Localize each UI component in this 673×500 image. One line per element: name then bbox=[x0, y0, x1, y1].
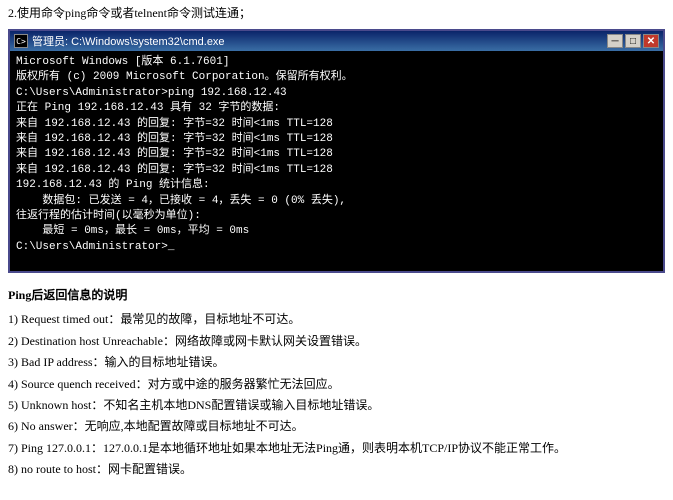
ping-item-label[interactable]: Unknown host bbox=[21, 398, 91, 412]
ping-item-desc: ：无响应,本地配置故障或目标地址不可达。 bbox=[73, 419, 304, 433]
ping-item-label[interactable]: No answer bbox=[21, 419, 73, 433]
ping-item: 4) Source quench received：对方或中途的服务器繁忙无法回… bbox=[8, 374, 665, 394]
ping-item: 5) Unknown host：不知名主机本地DNS配置错误或输入目标地址错误。 bbox=[8, 395, 665, 415]
ping-item-label[interactable]: Ping 127.0.0.1 bbox=[21, 441, 91, 455]
ping-item-number: 3) bbox=[8, 355, 21, 369]
ping-item-number: 4) bbox=[8, 377, 21, 391]
minimize-button[interactable]: ─ bbox=[607, 34, 623, 48]
ping-items-container: 1) Request timed out：最常见的故障，目标地址不可达。2) D… bbox=[8, 309, 665, 479]
ping-item-label[interactable]: Source quench received bbox=[21, 377, 136, 391]
cmd-line: 最短 = 0ms，最长 = 0ms，平均 = 0ms bbox=[16, 224, 657, 239]
ping-section-title: Ping后返回信息的说明 bbox=[8, 285, 665, 305]
ping-item-label[interactable]: no route to host bbox=[21, 462, 96, 476]
top-instruction: 2.使用命令ping命令或者telnent命令测试连通； bbox=[0, 0, 673, 25]
ping-item: 7) Ping 127.0.0.1：127.0.0.1是本地循环地址如果本地址无… bbox=[8, 438, 665, 458]
ping-item: 3) Bad IP address：输入的目标地址错误。 bbox=[8, 352, 665, 372]
maximize-button[interactable]: □ bbox=[625, 34, 641, 48]
ping-item-label[interactable]: Bad IP address bbox=[21, 355, 93, 369]
cmd-line: 数据包: 已发送 = 4，已接收 = 4，丢失 = 0 (0% 丢失), bbox=[16, 194, 657, 209]
ping-item-label[interactable]: Request timed out bbox=[21, 312, 108, 326]
cmd-title-left: C> 管理员: C:\Windows\system32\cmd.exe bbox=[14, 33, 225, 49]
ping-section: Ping后返回信息的说明 1) Request timed out：最常见的故障… bbox=[0, 281, 673, 485]
ping-item: 2) Destination host Unreachable：网络故障或网卡默… bbox=[8, 331, 665, 351]
ping-item-desc: ：输入的目标地址错误。 bbox=[93, 355, 225, 369]
ping-item-number: 6) bbox=[8, 419, 21, 433]
ping-item-desc: ：网络故障或网卡默认网关设置错误。 bbox=[163, 334, 367, 348]
cmd-line: C:\Users\Administrator>_ bbox=[16, 240, 657, 255]
ping-item-desc: ：网卡配置错误。 bbox=[96, 462, 192, 476]
cmd-line: 192.168.12.43 的 Ping 统计信息: bbox=[16, 178, 657, 193]
cmd-buttons: ─ □ ✕ bbox=[607, 34, 659, 48]
cmd-line: 来自 192.168.12.43 的回复: 字节=32 时间<1ms TTL=1… bbox=[16, 132, 657, 147]
ping-item-number: 5) bbox=[8, 398, 21, 412]
cmd-icon: C> bbox=[14, 34, 28, 48]
ping-item-desc: ：127.0.0.1是本地循环地址如果本地址无法Ping通，则表明本机TCP/I… bbox=[91, 441, 566, 455]
ping-item-number: 2) bbox=[8, 334, 21, 348]
ping-item-number: 8) bbox=[8, 462, 21, 476]
ping-item-desc: ：最常见的故障，目标地址不可达。 bbox=[108, 312, 300, 326]
close-button[interactable]: ✕ bbox=[643, 34, 659, 48]
ping-item-desc: ：不知名主机本地DNS配置错误或输入目标地址错误。 bbox=[91, 398, 379, 412]
cmd-line: C:\Users\Administrator>ping 192.168.12.4… bbox=[16, 86, 657, 101]
cmd-titlebar: C> 管理员: C:\Windows\system32\cmd.exe ─ □ … bbox=[10, 31, 663, 51]
cmd-line: 正在 Ping 192.168.12.43 具有 32 字节的数据: bbox=[16, 101, 657, 116]
ping-item-number: 7) bbox=[8, 441, 21, 455]
cmd-title-text: 管理员: C:\Windows\system32\cmd.exe bbox=[32, 33, 225, 49]
ping-item: 8) no route to host：网卡配置错误。 bbox=[8, 459, 665, 479]
cmd-line: 来自 192.168.12.43 的回复: 字节=32 时间<1ms TTL=1… bbox=[16, 117, 657, 132]
ping-item-label[interactable]: Destination host Unreachable bbox=[21, 334, 163, 348]
cmd-line: 往返行程的估计时间(以毫秒为单位): bbox=[16, 209, 657, 224]
cmd-line: Microsoft Windows [版本 6.1.7601] bbox=[16, 55, 657, 70]
cmd-line: 来自 192.168.12.43 的回复: 字节=32 时间<1ms TTL=1… bbox=[16, 163, 657, 178]
cmd-body: Microsoft Windows [版本 6.1.7601]版权所有 (c) … bbox=[10, 51, 663, 271]
cmd-line: 来自 192.168.12.43 的回复: 字节=32 时间<1ms TTL=1… bbox=[16, 147, 657, 162]
cmd-window: C> 管理员: C:\Windows\system32\cmd.exe ─ □ … bbox=[8, 29, 665, 273]
cmd-line: 版权所有 (c) 2009 Microsoft Corporation。保留所有… bbox=[16, 70, 657, 85]
ping-item: 1) Request timed out：最常见的故障，目标地址不可达。 bbox=[8, 309, 665, 329]
ping-item: 6) No answer：无响应,本地配置故障或目标地址不可达。 bbox=[8, 416, 665, 436]
ping-item-number: 1) bbox=[8, 312, 21, 326]
ping-item-desc: ：对方或中途的服务器繁忙无法回应。 bbox=[136, 377, 340, 391]
